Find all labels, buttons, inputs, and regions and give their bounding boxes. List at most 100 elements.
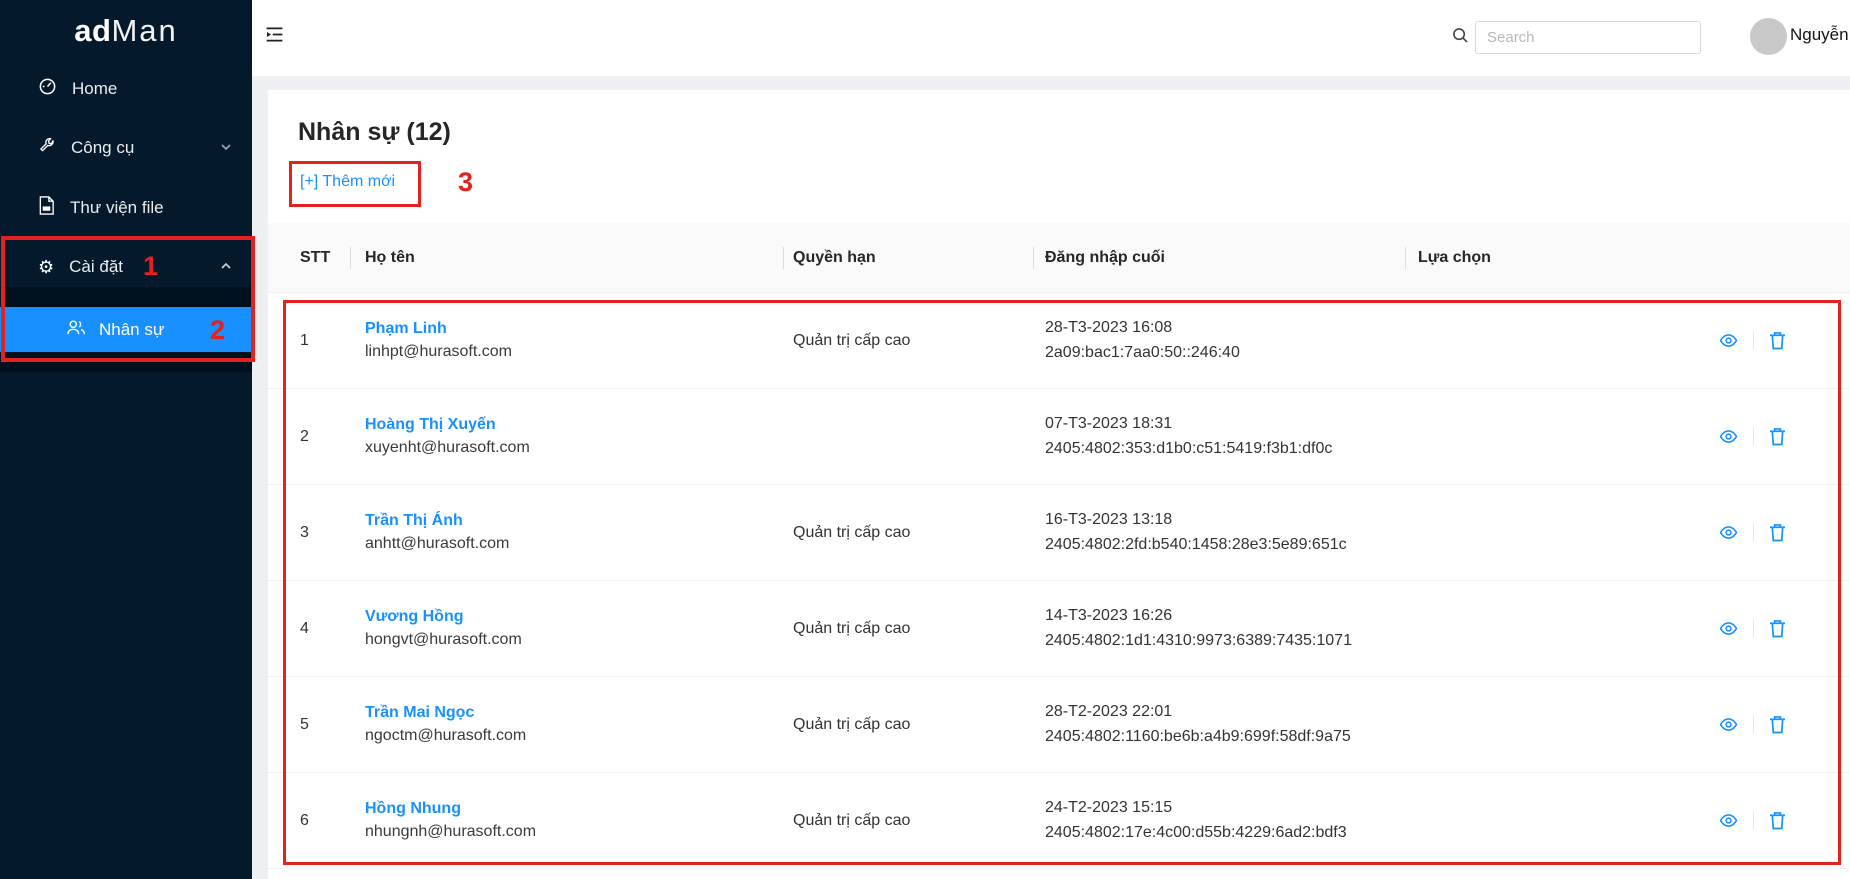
action-divider bbox=[1753, 332, 1754, 349]
sidebar-item-cong-cu[interactable]: Công cụ bbox=[0, 128, 252, 168]
col-header-quyen-han: Quyền hạn bbox=[783, 223, 1033, 293]
user-role: Quản trị cấp cao bbox=[783, 293, 1033, 389]
search-icon bbox=[1452, 27, 1469, 49]
action-divider bbox=[1753, 812, 1754, 829]
sidebar-item-cai-dat[interactable]: ⚙ Cài đặt bbox=[0, 247, 252, 287]
actions-cell bbox=[1405, 581, 1850, 677]
delete-trash-icon[interactable] bbox=[1769, 523, 1786, 542]
last-login-ip: 2405:4802:353:d1b0:c51:5419:f3b1:df0c bbox=[1045, 440, 1405, 458]
user-role bbox=[783, 389, 1033, 485]
user-email: nhungnh@hurasoft.com bbox=[365, 823, 783, 841]
sidebar-item-label: Nhân sự bbox=[99, 320, 164, 340]
last-login-time: 24-T2-2023 15:15 bbox=[1045, 799, 1405, 817]
content-area: Nhân sự (12) [+] Thêm mới STT Họ tên Quy… bbox=[252, 76, 1850, 879]
user-link[interactable]: Hồng Nhung bbox=[365, 800, 783, 818]
sidebar-item-label: Cài đặt bbox=[69, 257, 123, 277]
last-login-ip: 2405:4802:2fd:b540:1458:28e3:5e89:651c bbox=[1045, 536, 1405, 554]
view-eye-icon[interactable] bbox=[1719, 523, 1738, 542]
last-login-cell: 07-T3-2023 18:31 2405:4802:353:d1b0:c51:… bbox=[1033, 389, 1405, 485]
user-link[interactable]: Trần Mai Ngọc bbox=[365, 704, 783, 722]
search-input[interactable] bbox=[1475, 21, 1701, 54]
row-index: 3 bbox=[268, 485, 350, 581]
last-login-time: 14-T3-2023 16:26 bbox=[1045, 607, 1405, 625]
last-login-cell: 28-T2-2023 22:01 2405:4802:1160:be6b:a4b… bbox=[1033, 677, 1405, 773]
col-header-ho-ten: Họ tên bbox=[350, 223, 783, 293]
view-eye-icon[interactable] bbox=[1719, 331, 1738, 350]
actions-cell bbox=[1405, 485, 1850, 581]
user-role: Quản trị cấp cao bbox=[783, 773, 1033, 869]
gear-icon: ⚙ bbox=[38, 258, 54, 276]
user-email: xuyenht@hurasoft.com bbox=[365, 439, 783, 457]
delete-trash-icon[interactable] bbox=[1769, 715, 1786, 734]
topbar: Nguyễn Đức Qu bbox=[252, 0, 1850, 76]
user-link[interactable]: Vương Hồng bbox=[365, 608, 783, 626]
row-index: 6 bbox=[268, 773, 350, 869]
last-login-time: 28-T3-2023 16:08 bbox=[1045, 319, 1405, 337]
table-row-name-cell: Hồng Nhung nhungnh@hurasoft.com bbox=[350, 773, 783, 869]
content-card: Nhân sự (12) [+] Thêm mới STT Họ tên Quy… bbox=[268, 90, 1850, 879]
team-icon bbox=[66, 318, 86, 341]
table-row-name-cell: Trần Thị Ánh anhtt@hurasoft.com bbox=[350, 485, 783, 581]
row-index: 1 bbox=[268, 293, 350, 389]
table-row-name-cell: Vương Hồng hongvt@hurasoft.com bbox=[350, 581, 783, 677]
last-login-cell: 24-T2-2023 15:15 2405:4802:17e:4c00:d55b… bbox=[1033, 773, 1405, 869]
user-link[interactable]: Phạm Linh bbox=[365, 320, 783, 338]
actions-cell bbox=[1405, 773, 1850, 869]
logo-text-bold: ad bbox=[74, 13, 111, 49]
avatar[interactable] bbox=[1750, 18, 1787, 55]
actions-cell bbox=[1405, 293, 1850, 389]
user-name[interactable]: Nguyễn Đức Qu bbox=[1790, 25, 1850, 45]
dashboard-icon bbox=[38, 77, 57, 101]
user-email: ngoctm@hurasoft.com bbox=[365, 727, 783, 745]
last-login-cell: 28-T3-2023 16:08 2a09:bac1:7aa0:50::246:… bbox=[1033, 293, 1405, 389]
last-login-time: 28-T2-2023 22:01 bbox=[1045, 703, 1405, 721]
user-link[interactable]: Hoàng Thị Xuyến bbox=[365, 416, 783, 434]
actions-cell bbox=[1405, 389, 1850, 485]
last-login-cell: 14-T3-2023 16:26 2405:4802:1d1:4310:9973… bbox=[1033, 581, 1405, 677]
page-title: Nhân sự (12) bbox=[298, 118, 451, 147]
row-index: 2 bbox=[268, 389, 350, 485]
action-divider bbox=[1753, 428, 1754, 445]
app-logo: adMan bbox=[0, 0, 252, 62]
last-login-ip: 2405:4802:17e:4c00:d55b:4229:6ad2:bdf3 bbox=[1045, 824, 1405, 842]
table-row-name-cell: Trần Mai Ngọc ngoctm@hurasoft.com bbox=[350, 677, 783, 773]
view-eye-icon[interactable] bbox=[1719, 427, 1738, 446]
last-login-time: 07-T3-2023 18:31 bbox=[1045, 415, 1405, 433]
delete-trash-icon[interactable] bbox=[1769, 619, 1786, 638]
row-index: 4 bbox=[268, 581, 350, 677]
sidebar-item-home[interactable]: Home bbox=[0, 69, 252, 109]
table-row-name-cell: Hoàng Thị Xuyến xuyenht@hurasoft.com bbox=[350, 389, 783, 485]
user-role: Quản trị cấp cao bbox=[783, 677, 1033, 773]
logo-text-light: Man bbox=[111, 13, 177, 49]
sidebar-item-label: Thư viện file bbox=[70, 198, 164, 218]
last-login-ip: 2a09:bac1:7aa0:50::246:40 bbox=[1045, 344, 1405, 362]
menu-fold-icon[interactable] bbox=[264, 24, 285, 50]
user-link[interactable]: Trần Thị Ánh bbox=[365, 512, 783, 530]
sidebar-item-label: Home bbox=[72, 79, 117, 99]
col-header-lua-chon: Lựa chọn bbox=[1405, 223, 1850, 293]
delete-trash-icon[interactable] bbox=[1769, 331, 1786, 350]
sidebar: adMan Home Công cụ Thư viện file ⚙ Cài đ… bbox=[0, 0, 252, 879]
file-icon bbox=[38, 196, 55, 220]
last-login-ip: 2405:4802:1d1:4310:9973:6389:7435:1071 bbox=[1045, 632, 1405, 650]
col-header-stt: STT bbox=[268, 223, 350, 293]
chevron-up-icon bbox=[220, 257, 232, 277]
user-email: hongvt@hurasoft.com bbox=[365, 631, 783, 649]
action-divider bbox=[1753, 716, 1754, 733]
delete-trash-icon[interactable] bbox=[1769, 811, 1786, 830]
sidebar-item-thu-vien-file[interactable]: Thư viện file bbox=[0, 188, 252, 228]
last-login-ip: 2405:4802:1160:be6b:a4b9:699f:58df:9a75 bbox=[1045, 728, 1405, 746]
view-eye-icon[interactable] bbox=[1719, 619, 1738, 638]
add-new-button[interactable]: [+] Thêm mới bbox=[300, 173, 395, 191]
user-role: Quản trị cấp cao bbox=[783, 485, 1033, 581]
view-eye-icon[interactable] bbox=[1719, 811, 1738, 830]
action-divider bbox=[1753, 620, 1754, 637]
sidebar-submenu-cai-dat: Nhân sự bbox=[0, 287, 252, 372]
action-divider bbox=[1753, 524, 1754, 541]
actions-cell bbox=[1405, 677, 1850, 773]
sidebar-item-nhan-su[interactable]: Nhân sự bbox=[0, 307, 252, 352]
delete-trash-icon[interactable] bbox=[1769, 427, 1786, 446]
view-eye-icon[interactable] bbox=[1719, 715, 1738, 734]
chevron-down-icon bbox=[220, 138, 232, 158]
user-role: Quản trị cấp cao bbox=[783, 581, 1033, 677]
